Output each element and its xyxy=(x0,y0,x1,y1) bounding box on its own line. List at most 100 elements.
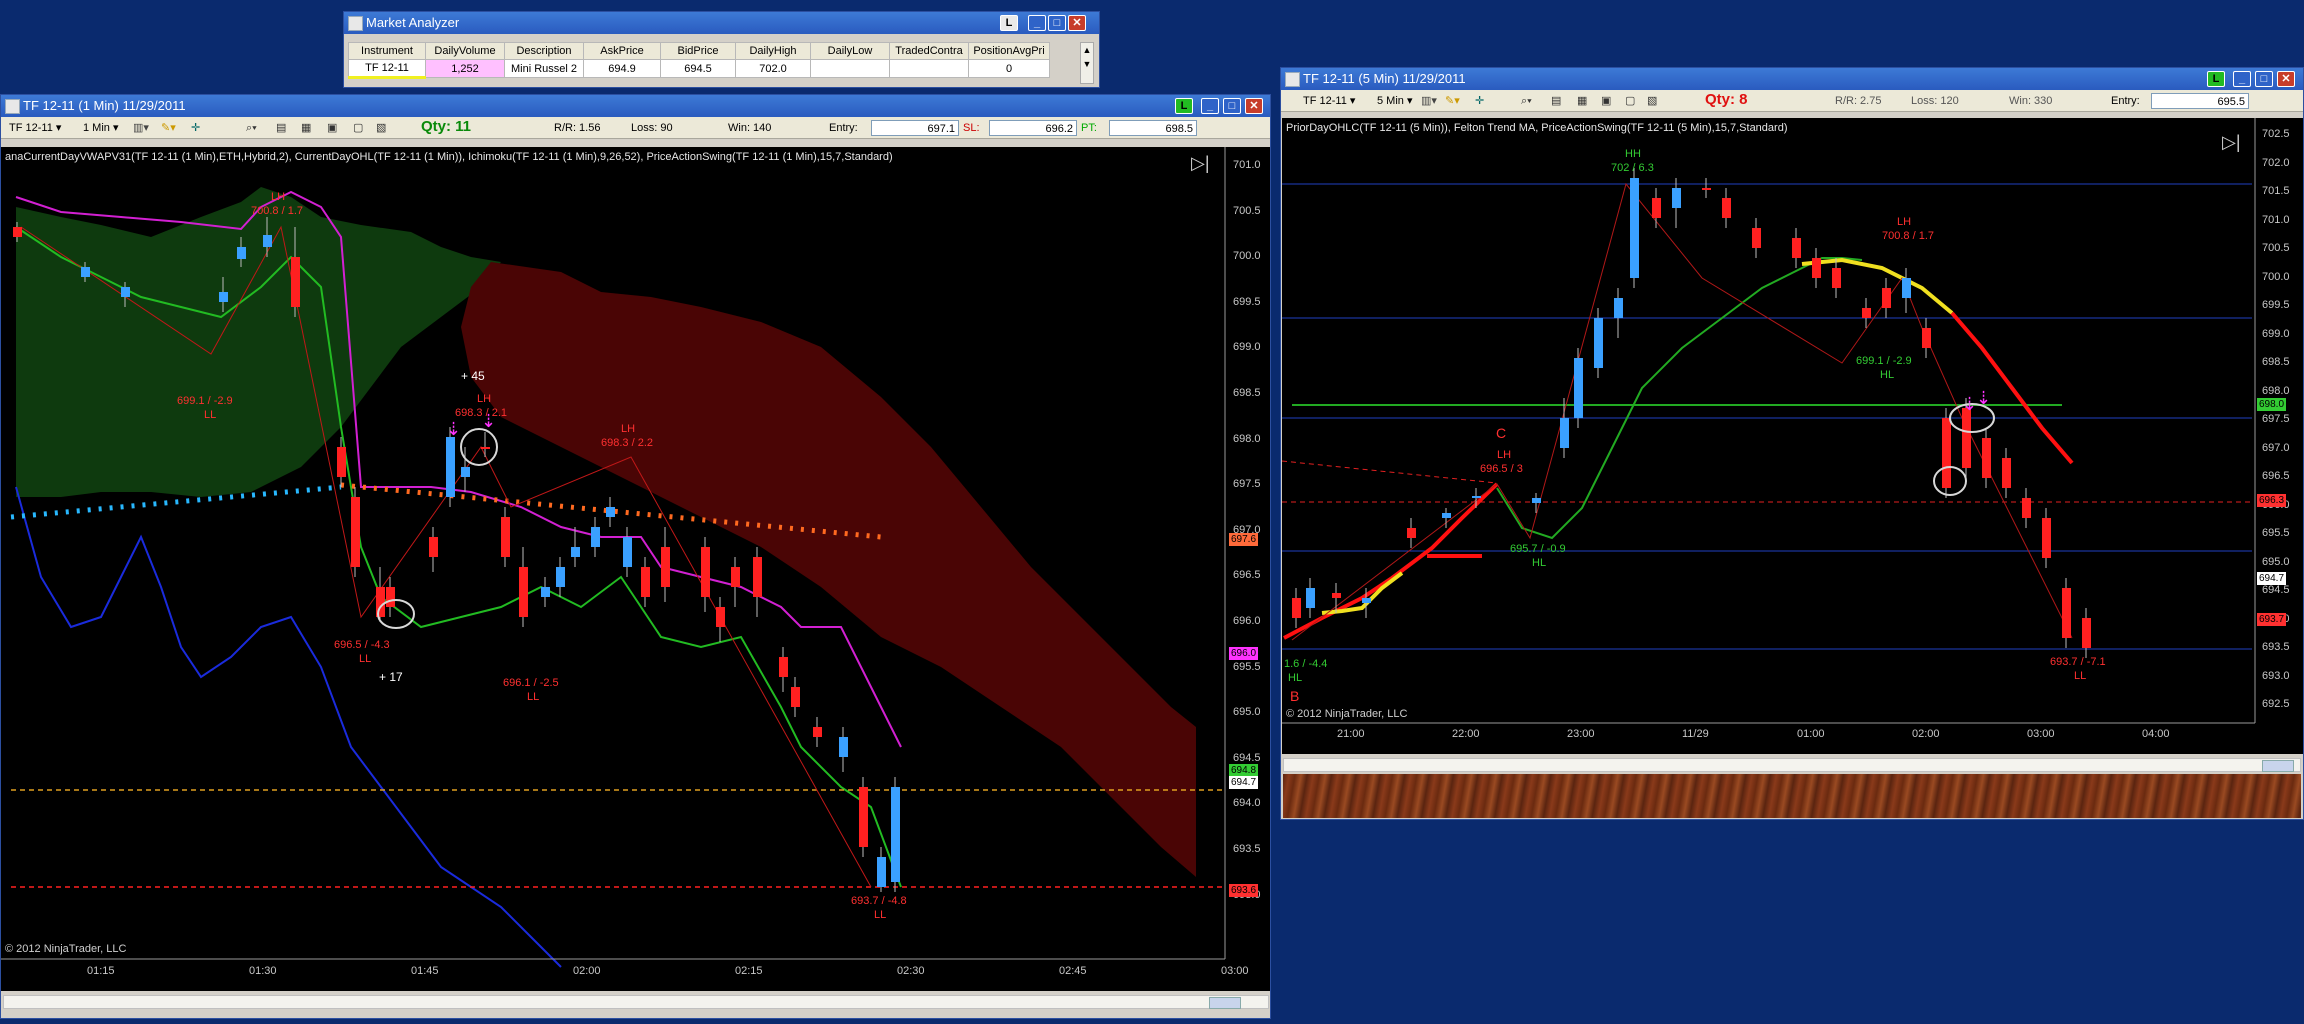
swing-label: 698.3 / 2.1 xyxy=(455,407,507,419)
order-entry-icon[interactable]: ▢ xyxy=(353,120,363,136)
data-box-icon[interactable]: ▦ xyxy=(301,120,311,136)
candle xyxy=(1962,408,1971,468)
price-label: 698.5 xyxy=(1233,387,1261,399)
copyright-text: © 2012 NinjaTrader, LLC xyxy=(5,943,127,955)
maximize-button[interactable]: □ xyxy=(2255,71,2273,87)
maximize-button[interactable]: □ xyxy=(1048,15,1066,31)
interval-select[interactable]: 5 Min ▾ xyxy=(1377,93,1412,109)
strategy-icon[interactable]: ▣ xyxy=(327,120,337,136)
swing-label: LL xyxy=(2074,670,2087,682)
price-label: 697.5 xyxy=(2262,413,2290,425)
price-label: 701.0 xyxy=(1233,159,1261,171)
swing-label: 1.6 / -4.4 xyxy=(1284,658,1328,670)
pt-label: PT: xyxy=(1081,122,1097,134)
table-cell[interactable]: Mini Russel 2 xyxy=(504,59,584,78)
close-button[interactable]: ✕ xyxy=(1068,15,1086,31)
ichimoku-red-cloud xyxy=(461,262,1196,877)
column-header[interactable]: DailyLow xyxy=(810,42,890,60)
left-chart-titlebar[interactable]: TF 12-11 (1 Min) 11/29/2011 L _ □ ✕ xyxy=(1,95,1270,117)
candle xyxy=(13,227,22,237)
instrument-select[interactable]: TF 12-11 ▾ xyxy=(1303,93,1355,109)
zoom-icon[interactable]: ⌕▾ xyxy=(246,120,257,136)
order-entry-icon[interactable]: ▢ xyxy=(1625,93,1635,109)
trade-profit-label: + 17 xyxy=(379,670,403,684)
column-header[interactable]: AskPrice xyxy=(583,42,661,60)
screenshot-icon[interactable]: ▧ xyxy=(1647,93,1657,109)
link-button[interactable]: L xyxy=(2207,71,2225,87)
win-label: Win: 330 xyxy=(2009,95,2053,107)
down-arrow-icon: ⇣ xyxy=(1976,388,1991,408)
column-header[interactable]: Instrument xyxy=(348,42,426,60)
bar-type-icon[interactable]: ▥▾ xyxy=(133,120,149,136)
draw-tool-icon[interactable]: ✎▾ xyxy=(161,120,176,136)
right-price-chart[interactable]: PriorDayOHLC(TF 12-11 (5 Min)), Felton T… xyxy=(1282,118,2303,754)
market-analyzer-window: Market Analyzer L _ □ ✕ Instrument DailyV… xyxy=(343,11,1100,88)
properties-icon[interactable]: ▤ xyxy=(1551,93,1561,109)
swing-label: 700.8 / 1.7 xyxy=(1882,230,1934,242)
swing-label: LH xyxy=(1897,216,1912,228)
market-analyzer-titlebar[interactable]: Market Analyzer L _ □ ✕ xyxy=(344,12,1099,34)
crosshair-icon[interactable]: ✛ xyxy=(1475,93,1484,109)
candle xyxy=(519,567,528,617)
right-chart-titlebar[interactable]: TF 12-11 (5 Min) 11/29/2011 L _ □ ✕ xyxy=(1281,68,2303,90)
minimize-button[interactable]: _ xyxy=(1201,98,1219,114)
link-button[interactable]: L xyxy=(1000,15,1018,31)
candle xyxy=(2062,588,2071,638)
time-label: 01:45 xyxy=(411,965,439,977)
bar-type-icon[interactable]: ▥▾ xyxy=(1421,93,1437,109)
candle xyxy=(731,567,740,587)
column-header[interactable]: DailyHigh xyxy=(735,42,811,60)
table-cell[interactable]: 702.0 xyxy=(735,59,811,78)
candle xyxy=(1472,496,1481,498)
close-button[interactable]: ✕ xyxy=(1245,98,1263,114)
instrument-select[interactable]: TF 12-11 ▾ xyxy=(9,120,61,136)
point-label: B xyxy=(1290,688,1300,704)
price-label: 701.5 xyxy=(2262,185,2290,197)
swing-label: HL xyxy=(1880,369,1895,381)
table-cell[interactable]: 694.5 xyxy=(660,59,736,78)
table-cell[interactable]: TF 12-11 xyxy=(348,59,426,79)
vertical-scrollbar[interactable]: ▲ ▼ xyxy=(1080,42,1094,84)
left-chart-canvas: ⇣ ⇣ ▷| xyxy=(1,147,1226,968)
table-cell[interactable] xyxy=(889,59,969,78)
column-header[interactable]: DailyVolume xyxy=(425,42,505,60)
candle xyxy=(606,507,615,517)
scroll-thumb[interactable] xyxy=(2262,760,2294,772)
maximize-button[interactable]: □ xyxy=(1223,98,1241,114)
sl-input[interactable]: 696.2 xyxy=(989,120,1077,136)
price-label: 698.0 xyxy=(1233,432,1261,445)
left-horizontal-scrollbar[interactable] xyxy=(3,995,1269,1009)
link-button[interactable]: L xyxy=(1175,98,1193,114)
time-label: 02:00 xyxy=(573,965,601,977)
left-price-chart[interactable]: anaCurrentDayVWAPV31(TF 12-11 (1 Min),ET… xyxy=(1,147,1270,991)
crosshair-icon[interactable]: ✛ xyxy=(191,120,200,136)
scroll-thumb[interactable] xyxy=(1209,997,1241,1009)
minimize-button[interactable]: _ xyxy=(2233,71,2251,87)
column-header[interactable]: BidPrice xyxy=(660,42,736,60)
pt-input[interactable]: 698.5 xyxy=(1109,120,1197,136)
table-cell[interactable]: 694.9 xyxy=(583,59,661,78)
minimize-button[interactable]: _ xyxy=(1028,15,1046,31)
table-cell[interactable]: 1,252 xyxy=(425,59,505,78)
column-header[interactable]: TradedContra xyxy=(889,42,969,60)
price-label: 701.0 xyxy=(2262,213,2290,226)
column-header[interactable]: PositionAvgPri xyxy=(968,42,1050,60)
interval-select[interactable]: 1 Min ▾ xyxy=(83,120,118,136)
entry-input[interactable]: 695.5 xyxy=(2151,93,2249,109)
price-label: 694.5 xyxy=(2262,584,2290,596)
table-cell[interactable]: 0 xyxy=(968,59,1050,78)
strategy-icon[interactable]: ▣ xyxy=(1601,93,1611,109)
properties-icon[interactable]: ▤ xyxy=(276,120,286,136)
entry-input[interactable]: 697.1 xyxy=(871,120,959,136)
column-header[interactable]: Description xyxy=(504,42,584,60)
close-button[interactable]: ✕ xyxy=(2277,71,2295,87)
price-label: 698.0 xyxy=(2262,384,2290,397)
time-label: 02:15 xyxy=(735,965,763,977)
zoom-icon[interactable]: ⌕▾ xyxy=(1521,93,1532,109)
table-cell[interactable] xyxy=(810,59,890,78)
window-icon xyxy=(1285,72,1300,87)
screenshot-icon[interactable]: ▧ xyxy=(376,120,386,136)
data-box-icon[interactable]: ▦ xyxy=(1577,93,1587,109)
right-horizontal-scrollbar[interactable] xyxy=(1283,758,2301,772)
draw-tool-icon[interactable]: ✎▾ xyxy=(1445,93,1460,109)
